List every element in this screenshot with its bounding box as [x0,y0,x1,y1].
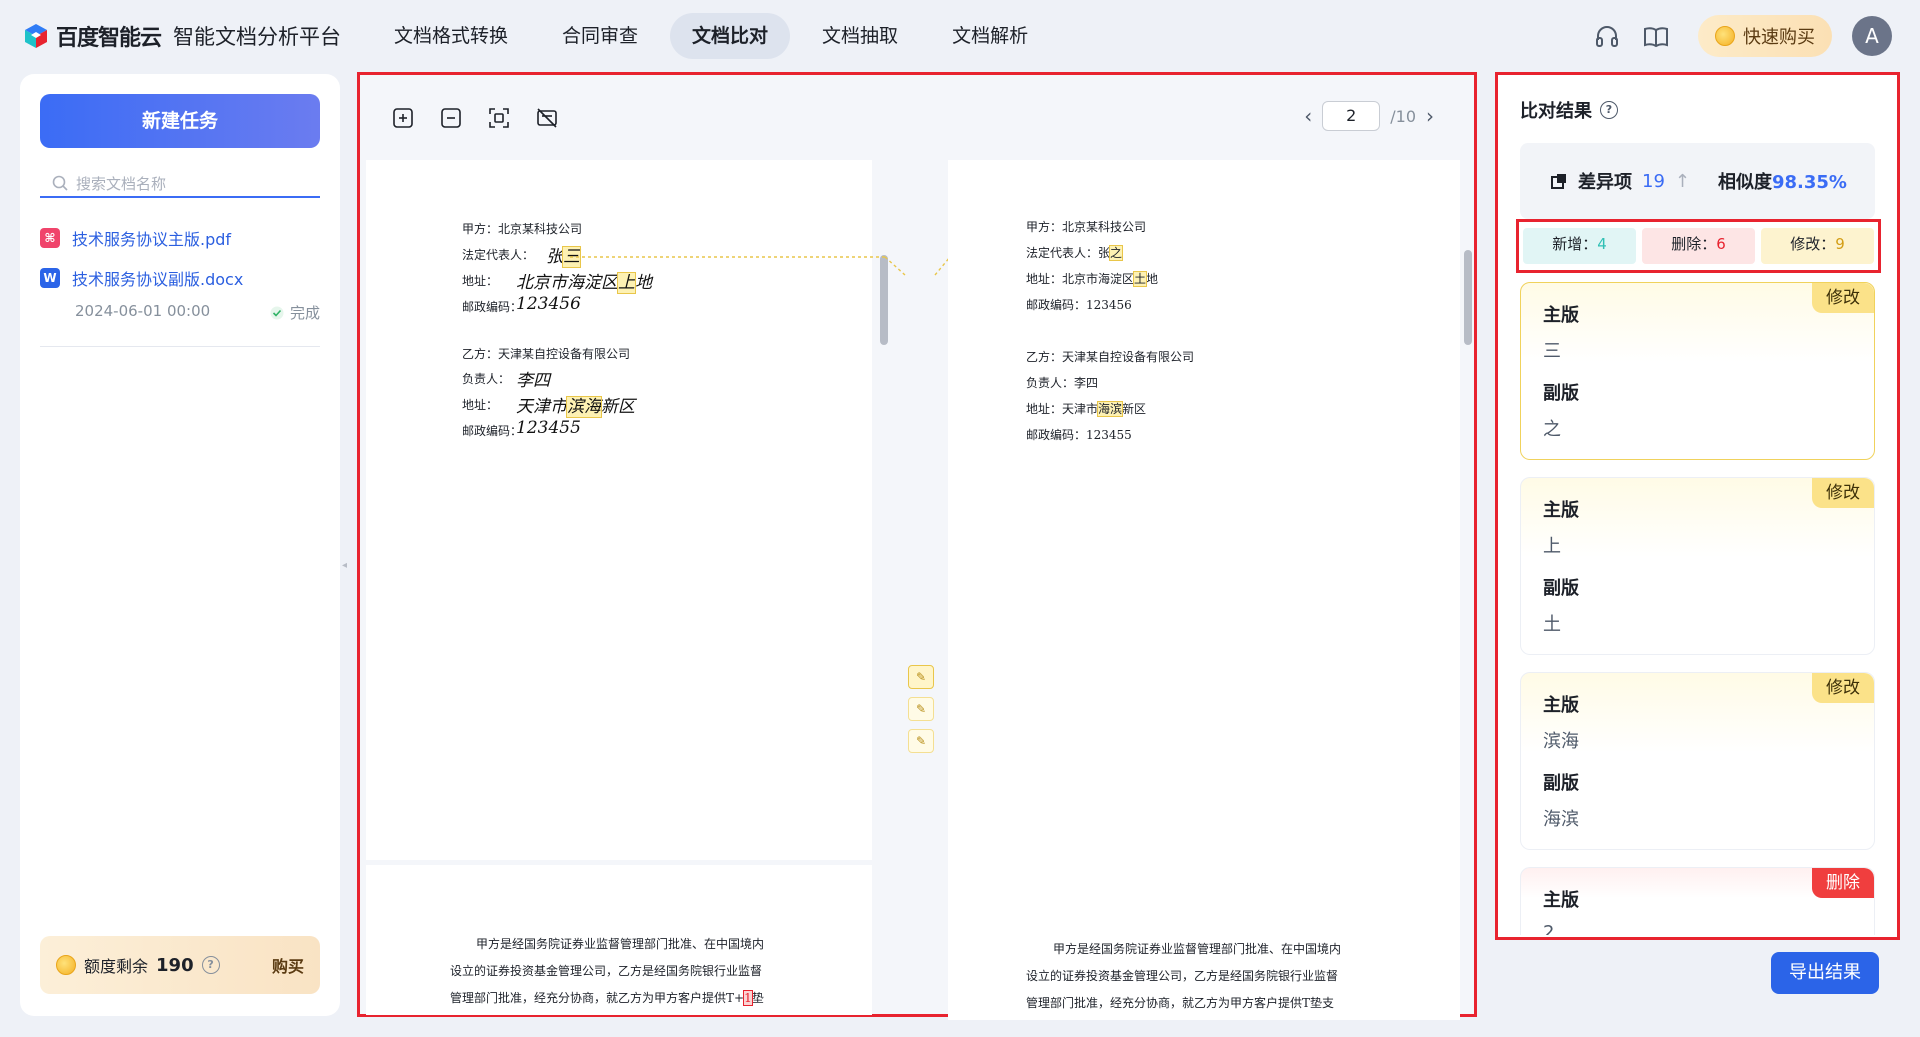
sub-scrollbar[interactable] [1464,250,1472,345]
diff-type-badge: 修改 [1812,673,1874,703]
file-name: 技术服务协议副版.docx [72,270,244,289]
file-name: 技术服务协议主版.pdf [72,230,232,249]
new-task-button[interactable]: 新建任务 [40,94,320,148]
headset-icon[interactable] [1592,22,1622,52]
sub-party-b: 乙方：天津某自控设备有限公司 [1026,350,1195,364]
diff-card[interactable]: 修改 主版 滨海 副版 海滨 [1520,672,1875,850]
nav-doc-parse[interactable]: 文档解析 [930,13,1050,59]
quota-value: 190 [156,954,194,976]
main-label: 主版 [1543,695,1579,716]
main-label: 主版 [1543,500,1579,521]
task-meta: 2024-06-01 00:00 完成 [75,302,320,323]
nav-format-convert[interactable]: 文档格式转换 [372,13,530,59]
sub-label: 副版 [1543,578,1579,599]
sub-value: 海滨 [1543,809,1579,830]
diff-type-badge: 删除 [1812,868,1874,898]
top-bar: 百度智能云 智能文档分析平台 文档格式转换 合同审查 文档比对 文档抽取 文档解… [0,0,1920,72]
search-placeholder: 搜索文档名称 [76,174,167,193]
avatar[interactable]: A [1852,16,1892,56]
quick-buy-label: 快速购买 [1743,27,1815,48]
word-icon: W [40,268,60,288]
main-value: 上 [1543,536,1561,557]
compare-viewer: ‹ 2 /10 › 甲方：北京某科技公司 法定代表人： 张三 地址： 北京市海淀… [357,72,1477,1020]
results-panel: 比对结果 ? 差异项 19 ↑ 相似度98.35% 新增：4 删除：6 修改：9… [1495,72,1900,940]
diff-marker-icon[interactable]: ✎ [908,697,934,721]
main-value: 三 [1543,341,1561,362]
pdf-icon: ⌘ [40,228,60,248]
sub-owner: 负责人：李四 [1026,376,1099,390]
diff-marker-icon[interactable]: ✎ [908,665,934,689]
task-status: 完成 [270,302,320,323]
sub-party-a: 甲方：北京某科技公司 [1026,220,1147,234]
quota-bar: 额度剩余 190 ? 购买 [40,936,320,994]
quick-buy-button[interactable]: 快速购买 [1698,15,1832,57]
similarity: 相似度98.35% [1718,172,1847,193]
sub-label: 副版 [1543,773,1579,794]
diff-card[interactable]: 修改 主版 三 副版 之 [1520,282,1875,460]
arrow-up-icon[interactable]: ↑ [1675,171,1690,192]
sub-b-postcode: 邮政编码：123455 [1026,428,1132,442]
nav-doc-compare[interactable]: 文档比对 [670,13,791,59]
sub-address: 地址：北京市海淀区土地 [1026,271,1159,287]
divider [40,346,320,347]
diff-card[interactable]: 修改 主版 上 副版 土 [1520,477,1875,655]
search-icon [52,175,68,191]
sub-value: 之 [1543,419,1561,440]
stat-added[interactable]: 新增：4 [1523,228,1636,264]
diff-label: 差异项 [1578,172,1632,193]
check-icon [270,306,284,319]
sub-b-address: 地址：天津市海滨新区 [1026,401,1147,417]
main-value: 滨海 [1543,731,1579,752]
sidebar: 新建任务 搜索文档名称 ⌘ 技术服务协议主版.pdf W 技术服务协议副版.do… [20,74,340,1016]
stat-deleted[interactable]: 删除：6 [1642,228,1755,264]
sub-legal-rep: 法定代表人：张之 [1026,245,1124,261]
coin-icon [56,955,76,975]
quota-buy-button[interactable]: 购买 [272,953,304,977]
diff-count: 19 [1642,170,1665,192]
diff-marker-icon[interactable]: ✎ [908,729,934,753]
quota-label: 额度剩余 [84,957,149,976]
diff-icon [1551,174,1566,189]
file-item-sub[interactable]: W 技术服务协议副版.docx [40,266,243,290]
diff-stats: 新增：4 删除：6 修改：9 [1516,219,1881,273]
diff-card[interactable]: 删除 主版 2 [1520,867,1875,935]
sub-postcode: 邮政编码：123456 [1026,298,1132,312]
export-button[interactable]: 导出结果 [1771,952,1879,994]
logo[interactable]: 百度智能云 智能文档分析平台 [22,20,341,52]
stat-modified[interactable]: 修改：9 [1761,228,1874,264]
nav-contract-review[interactable]: 合同审查 [540,13,660,59]
main-label: 主版 [1543,890,1579,911]
sub-label: 副版 [1543,383,1579,404]
diff-type-badge: 修改 [1812,283,1874,313]
task-time: 2024-06-01 00:00 [75,302,211,320]
file-item-main[interactable]: ⌘ 技术服务协议主版.pdf [40,226,231,250]
status-text: 完成 [289,304,320,322]
nav-doc-extract[interactable]: 文档抽取 [800,13,920,59]
results-title: 比对结果 ? [1520,97,1618,123]
product-name: 智能文档分析平台 [173,25,342,49]
sub-para-3: 管理部门批准，经充分协商，就乙方为甲方客户提供T垫支 [1026,996,1335,1010]
sub-para-2: 设立的证券投资基金管理公司，乙方是经国务院银行业监督 [1026,969,1339,983]
search-input[interactable]: 搜索文档名称 [40,170,320,198]
sub-doc-page: 甲方：北京某科技公司 法定代表人：张之 地址：北京市海淀区土地 邮政编码：123… [948,160,1460,1020]
collapse-handle-icon[interactable]: ◂ [342,560,352,584]
main-label: 主版 [1543,305,1579,326]
coin-icon [1715,26,1735,46]
sub-value: 土 [1543,614,1561,635]
main-nav: 文档格式转换 合同审查 文档比对 文档抽取 文档解析 [372,13,1050,59]
summary-box: 差异项 19 ↑ 相似度98.35% [1520,143,1875,219]
cube-logo-icon [25,24,47,48]
main-value: 2 [1543,922,1555,935]
brand-name: 百度智能云 [56,26,162,51]
diff-type-badge: 修改 [1812,478,1874,508]
help-icon[interactable]: ? [1600,101,1618,119]
book-icon[interactable] [1641,22,1671,52]
help-icon[interactable]: ? [201,956,220,974]
sub-para-1: 甲方是经国务院证券业监督管理部门批准、在中国境内 [1053,942,1342,956]
